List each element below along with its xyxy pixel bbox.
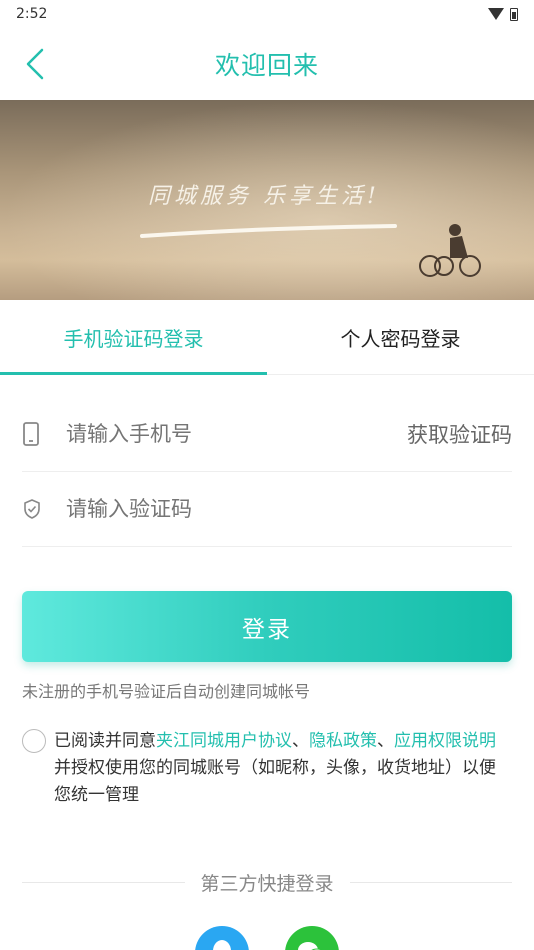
- wechat-icon: [298, 942, 323, 950]
- third-party-label: 第三方快捷登录: [200, 873, 334, 895]
- banner-slogan: 同城服务 乐享生活!: [148, 184, 380, 209]
- status-time: 2:52: [16, 6, 48, 22]
- header: 欢迎回来: [0, 28, 534, 100]
- get-code-button[interactable]: 获取验证码: [407, 419, 512, 449]
- agree-checkbox[interactable]: [22, 729, 46, 753]
- agreement-suffix: 并授权使用您的同城账号（如昵称，头像，收货地址）以便您统一管理: [54, 758, 496, 805]
- banner-image: 同城服务 乐享生活!: [0, 100, 534, 300]
- tab-indicator: [0, 372, 267, 375]
- phone-input[interactable]: [66, 422, 407, 446]
- agreement-text: 已阅读并同意夹江同城用户协议、隐私政策、应用权限说明并授权使用您的同城账号（如昵…: [54, 728, 512, 809]
- wifi-icon: [488, 8, 504, 20]
- privacy-policy-link[interactable]: 隐私政策: [309, 731, 377, 751]
- separator: 、: [377, 731, 394, 751]
- agreement-prefix: 已阅读并同意: [54, 731, 156, 751]
- user-agreement-link[interactable]: 夹江同城用户协议: [156, 731, 292, 751]
- divider-line: [349, 882, 513, 883]
- cyclist-silhouette: [419, 224, 481, 277]
- shield-icon: [22, 498, 48, 520]
- permission-link[interactable]: 应用权限说明: [394, 731, 496, 751]
- swoosh-decoration: [140, 224, 397, 238]
- tab-password-login[interactable]: 个人密码登录: [267, 300, 534, 374]
- agreement-row: 已阅读并同意夹江同城用户协议、隐私政策、应用权限说明并授权使用您的同城账号（如昵…: [22, 728, 512, 809]
- status-bar: 2:52: [0, 0, 534, 28]
- social-logins: [0, 926, 534, 950]
- separator: 、: [292, 731, 309, 751]
- login-button[interactable]: 登录: [22, 591, 512, 662]
- status-icons: [488, 7, 518, 21]
- divider-line: [22, 882, 185, 883]
- third-party-divider: 第三方快捷登录: [22, 869, 513, 896]
- qq-icon: [213, 940, 231, 950]
- tab-sms-login[interactable]: 手机验证码登录: [0, 300, 267, 374]
- login-tabs: 手机验证码登录 个人密码登录: [0, 300, 534, 375]
- phone-icon: [22, 421, 48, 447]
- battery-icon: [510, 7, 518, 21]
- login-form: 获取验证码: [0, 397, 534, 547]
- back-icon[interactable]: [18, 46, 54, 82]
- code-input[interactable]: [66, 497, 512, 521]
- phone-row: 获取验证码: [22, 397, 512, 472]
- register-hint: 未注册的手机号验证后自动创建同城帐号: [22, 682, 311, 701]
- wechat-login-button[interactable]: [285, 926, 339, 950]
- page-title: 欢迎回来: [214, 51, 319, 80]
- qq-login-button[interactable]: [195, 926, 249, 950]
- code-row: [22, 472, 512, 547]
